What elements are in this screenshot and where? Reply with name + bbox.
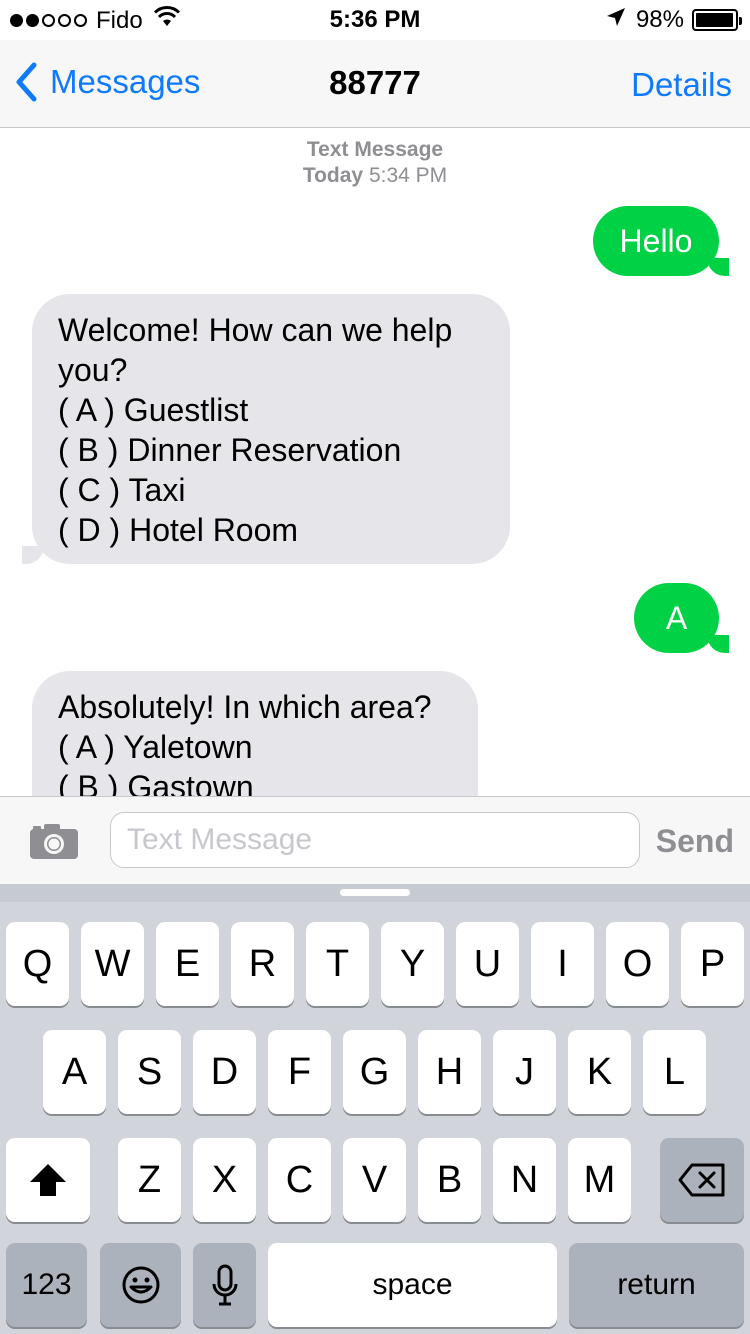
key-d[interactable]: D [193, 1030, 256, 1114]
message-line: Absolutely! In which area? [58, 689, 432, 725]
key-j[interactable]: J [493, 1030, 556, 1114]
message-line: ( D ) Hotel Room [58, 512, 299, 548]
send-button[interactable]: Send [656, 823, 734, 860]
battery-icon [692, 9, 742, 31]
message-line: ( C ) Taxi [58, 472, 186, 508]
keyboard-grabber[interactable] [340, 889, 410, 896]
key-k[interactable]: K [568, 1030, 631, 1114]
keyboard-grabber-bar [0, 884, 750, 902]
key-f[interactable]: F [268, 1030, 331, 1114]
message-line: ( B ) Dinner Reservation [58, 432, 402, 468]
key-q[interactable]: Q [6, 922, 69, 1006]
timestamp-day: Today [302, 164, 364, 187]
dictation-key[interactable] [193, 1243, 256, 1327]
microphone-icon [212, 1264, 237, 1306]
navigation-bar: Messages 88777 Details [0, 40, 750, 128]
battery-percent: 98% [635, 6, 684, 33]
emoji-icon [122, 1266, 159, 1304]
key-s[interactable]: S [118, 1030, 181, 1114]
numbers-key[interactable]: 123 [6, 1243, 87, 1327]
message-line: ( A ) Yaletown [58, 729, 253, 765]
message-type-label: Text Message [306, 138, 444, 161]
battery-fill [696, 13, 734, 27]
bubble-tail [707, 258, 729, 276]
key-p[interactable]: P [681, 922, 744, 1006]
key-c[interactable]: C [268, 1138, 331, 1222]
location-arrow-icon [606, 6, 626, 34]
return-key[interactable]: return [569, 1243, 744, 1327]
shift-arrow-icon [30, 1164, 66, 1196]
key-o[interactable]: O [606, 922, 669, 1006]
key-r[interactable]: R [231, 922, 294, 1006]
message-composer: Text Message Send [0, 796, 750, 884]
incoming-message-bubble[interactable]: Absolutely! In which area? ( A ) Yaletow… [32, 671, 478, 796]
outgoing-message-bubble[interactable]: A [634, 583, 719, 653]
key-n[interactable]: N [493, 1138, 556, 1222]
message-line: Welcome! How can we help [58, 312, 453, 348]
key-l[interactable]: L [643, 1030, 706, 1114]
bubble-tail [707, 635, 729, 653]
key-m[interactable]: M [568, 1138, 631, 1222]
key-y[interactable]: Y [381, 922, 444, 1006]
thread-timestamp: Today 5:34 PM [0, 163, 750, 189]
emoji-key[interactable] [100, 1243, 181, 1327]
key-h[interactable]: H [418, 1030, 481, 1114]
keyboard: Q W E R T Y U I O P A S D F G H J K L Z … [0, 884, 750, 1334]
message-text: Hello [619, 223, 693, 259]
backspace-key[interactable] [660, 1138, 744, 1222]
key-v[interactable]: V [343, 1138, 406, 1222]
key-e[interactable]: E [156, 922, 219, 1006]
key-z[interactable]: Z [118, 1138, 181, 1222]
camera-icon [30, 824, 78, 859]
message-line: you? [58, 352, 128, 388]
message-line: ( B ) Gastown [58, 769, 254, 796]
space-key[interactable]: space [268, 1243, 557, 1327]
message-line: ( A ) Guestlist [58, 392, 249, 428]
key-x[interactable]: X [193, 1138, 256, 1222]
status-bar: Fido 5:36 PM 98% [0, 0, 750, 40]
details-button[interactable]: Details [631, 66, 732, 104]
bubble-tail [22, 546, 44, 564]
key-t[interactable]: T [306, 922, 369, 1006]
key-w[interactable]: W [81, 922, 144, 1006]
status-right: 98% [606, 6, 742, 34]
key-b[interactable]: B [418, 1138, 481, 1222]
thread-meta: Text Message Today 5:34 PM [0, 137, 750, 189]
camera-button[interactable] [28, 821, 80, 866]
backspace-icon [678, 1163, 725, 1197]
key-a[interactable]: A [43, 1030, 106, 1114]
key-i[interactable]: I [531, 922, 594, 1006]
message-thread[interactable]: Text Message Today 5:34 PM Hello Welcome… [0, 129, 750, 796]
message-text: A [665, 600, 688, 636]
outgoing-message-bubble[interactable]: Hello [593, 206, 719, 276]
shift-key[interactable] [6, 1138, 90, 1222]
incoming-message-bubble[interactable]: Welcome! How can we help you? ( A ) Gues… [32, 294, 510, 564]
key-g[interactable]: G [343, 1030, 406, 1114]
timestamp-time: 5:34 PM [368, 164, 448, 187]
key-u[interactable]: U [456, 922, 519, 1006]
message-input[interactable]: Text Message [110, 812, 640, 868]
